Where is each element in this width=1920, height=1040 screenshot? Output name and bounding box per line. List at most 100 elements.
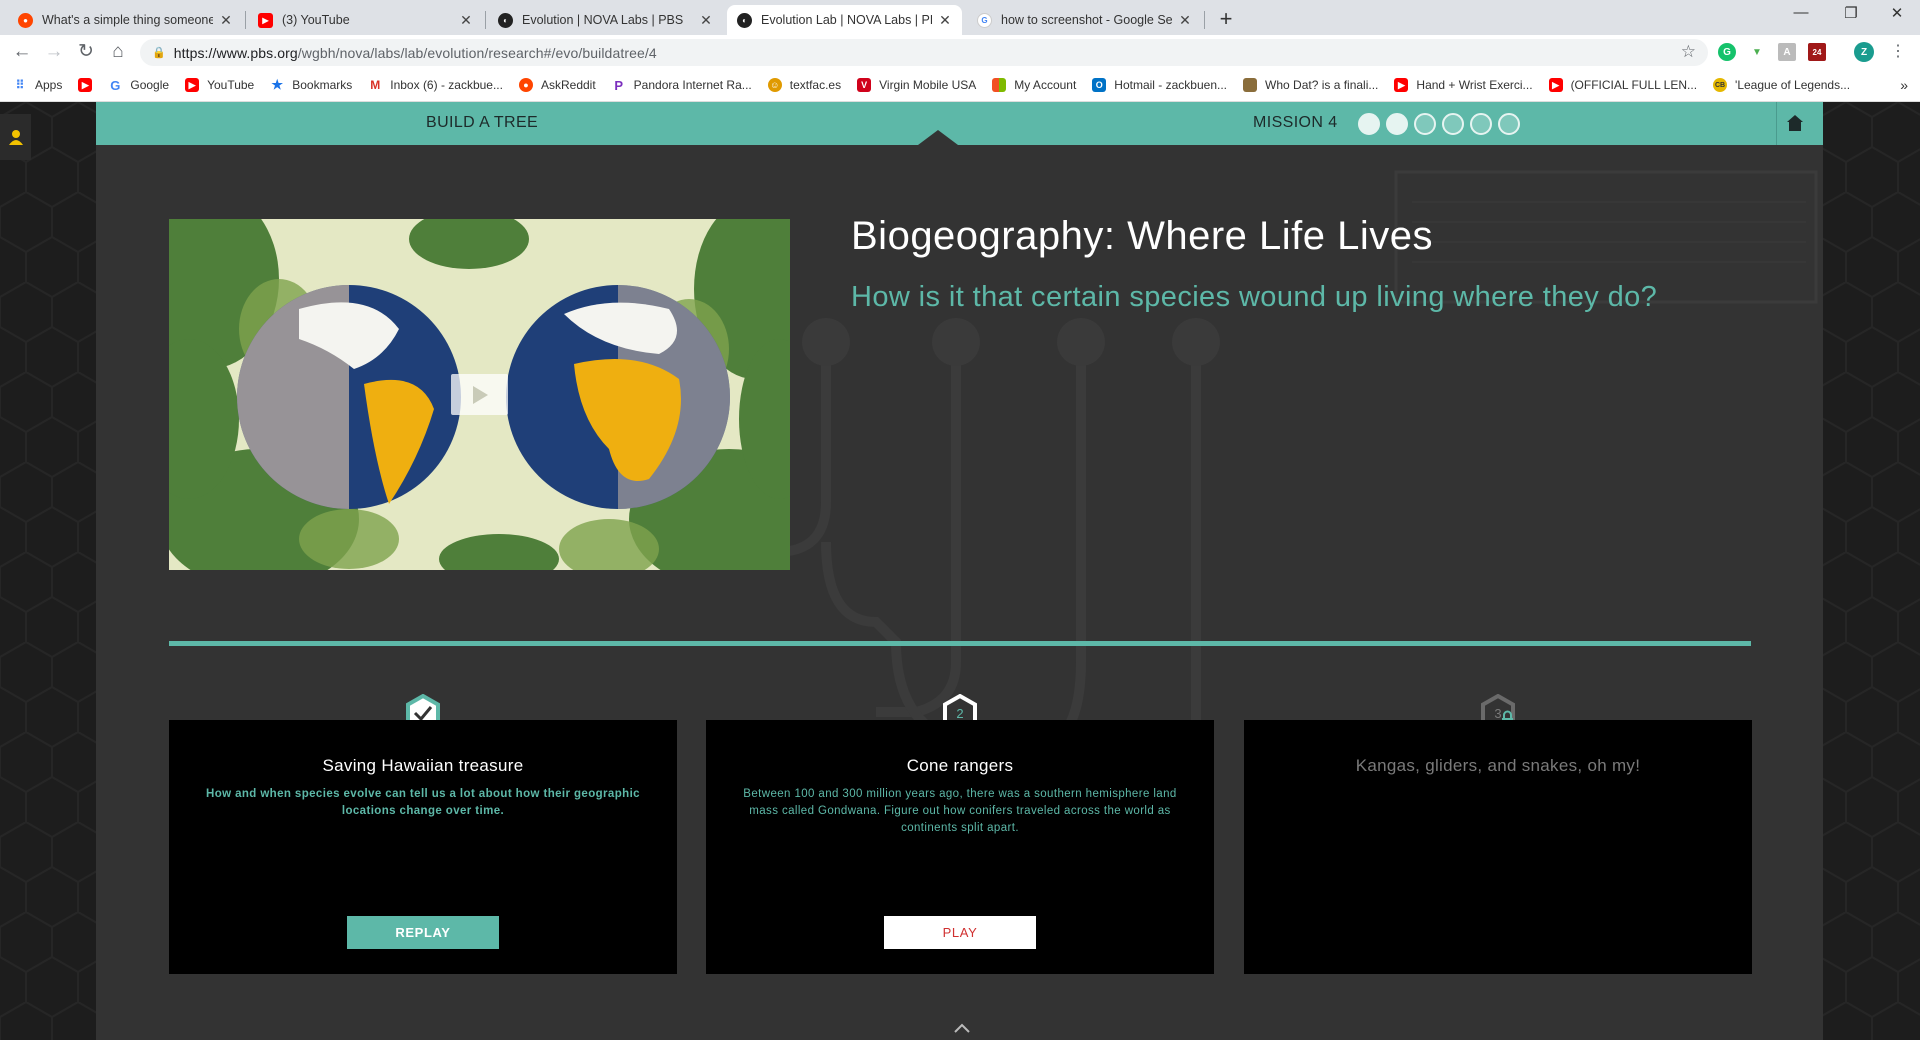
section-divider <box>169 641 1751 646</box>
mission-bar-notch <box>918 130 958 145</box>
bookmark-label: Google <box>130 78 170 92</box>
browser-tab[interactable]: ● What's a simple thing someone c ✕ <box>8 5 243 35</box>
close-icon[interactable]: ✕ <box>219 12 233 29</box>
mission-bar-title: BUILD A TREE <box>426 114 539 131</box>
bookmark-label: Who Dat? is a finali... <box>1265 78 1379 92</box>
bookmark-league[interactable]: CB 'League of Legends... <box>1713 78 1850 92</box>
tab-title: What's a simple thing someone c <box>42 13 213 27</box>
virgin-icon: V <box>857 78 872 92</box>
pdf-extension-icon[interactable]: A <box>1778 43 1796 61</box>
mission-progress-leaf-icon <box>1414 113 1436 135</box>
badge-number: 2 <box>956 706 963 721</box>
restore-icon[interactable]: ❐ <box>1828 4 1874 22</box>
image-icon <box>1243 78 1258 92</box>
chevron-up-icon[interactable] <box>954 1023 970 1033</box>
bookmarks-overflow-icon[interactable]: » <box>1900 77 1908 93</box>
shield-extension-icon[interactable]: ▼ <box>1748 43 1766 61</box>
tab-title: (3) YouTube <box>282 13 350 27</box>
reddit-icon: ● <box>18 12 33 28</box>
close-icon[interactable]: ✕ <box>459 12 473 29</box>
url-text[interactable]: https://www.pbs.org/wgbh/nova/labs/lab/e… <box>174 45 657 61</box>
bookmark-my-account[interactable]: My Account <box>992 78 1076 92</box>
youtube-icon: ▶ <box>1394 78 1409 92</box>
mission-progress-leaf-icon <box>1386 113 1408 135</box>
bookmark-official-full[interactable]: ▶ (OFFICIAL FULL LEN... <box>1548 78 1697 92</box>
bookmark-youtube[interactable]: ▶ YouTube <box>185 78 254 92</box>
replay-button[interactable]: REPLAY <box>347 916 499 949</box>
card-title: Kangas, gliders, and snakes, oh my! <box>1355 756 1641 775</box>
url-host: https://www.pbs.org <box>173 44 298 61</box>
extension-badge-icon[interactable]: 24 <box>1808 43 1826 61</box>
close-icon[interactable]: ✕ <box>699 12 713 29</box>
tab-divider <box>245 11 246 29</box>
browser-tab[interactable]: ◐ Evolution | NOVA Labs | PBS ✕ <box>488 5 723 35</box>
mission-card-completed: Saving Hawaiian treasure How and when sp… <box>169 720 677 974</box>
menu-kebab-icon[interactable]: ⋮ <box>1884 39 1912 65</box>
google-icon: G <box>977 12 992 28</box>
browser-tab-active[interactable]: ◐ Evolution Lab | NOVA Labs | PBS ✕ <box>727 5 962 35</box>
bookmark-label: 'League of Legends... <box>1735 78 1851 92</box>
pbs-icon: ◐ <box>737 12 752 28</box>
lesson-subtitle: How is it that certain species wound up … <box>851 281 1658 313</box>
pbs-icon: ◐ <box>498 12 513 28</box>
bookmark-google[interactable]: G Google <box>108 77 170 93</box>
play-button[interactable]: PLAY <box>884 916 1036 949</box>
mission-label: MISSION 4 <box>1253 114 1338 131</box>
youtube-icon: ▶ <box>78 78 93 92</box>
bookmark-label: Hotmail - zackbuen... <box>1114 78 1228 92</box>
back-icon[interactable]: ← <box>8 39 36 65</box>
star-icon: ★ <box>271 77 284 92</box>
bookmark-label: Virgin Mobile USA <box>879 78 977 92</box>
video-thumbnail[interactable] <box>169 219 790 570</box>
bookmark-bookmarks[interactable]: ★ Bookmarks <box>270 77 353 92</box>
browser-tab[interactable]: G how to screenshot - Google Sear ✕ <box>967 5 1202 35</box>
address-bar[interactable]: 🔒 https://www.pbs.org/wgbh/nova/labs/lab… <box>140 39 1708 66</box>
bookmark-label: Hand + Wrist Exerci... <box>1416 78 1533 92</box>
bookmark-textfaces[interactable]: ☺ textfac.es <box>767 78 841 92</box>
lock-icon: 🔒 <box>152 47 166 59</box>
play-icon <box>472 385 488 404</box>
mission-progress-leaf-icon <box>1442 113 1464 135</box>
bookmark-who-dat[interactable]: Who Dat? is a finali... <box>1243 78 1378 92</box>
tab-divider <box>1204 11 1205 29</box>
home-icon[interactable] <box>1786 114 1804 132</box>
minimize-icon[interactable]: — <box>1778 4 1824 21</box>
bookmark-virgin-mobile[interactable]: V Virgin Mobile USA <box>857 78 976 92</box>
bookmark-askreddit[interactable]: ● AskReddit <box>518 78 596 92</box>
youtube-icon: ▶ <box>1548 78 1563 92</box>
bookmark-star-icon[interactable]: ☆ <box>1681 42 1696 62</box>
close-icon[interactable]: ✕ <box>1178 12 1192 29</box>
bookmark-hotmail[interactable]: O Hotmail - zackbuen... <box>1092 78 1227 92</box>
profile-initial: Z <box>1860 46 1868 58</box>
bookmark-label: Pandora Internet Ra... <box>633 78 752 92</box>
page-viewport: BUILD A TREE MISSION 4 Biogeography: Whe… <box>0 102 1920 1040</box>
reload-icon[interactable]: ↻ <box>72 39 100 65</box>
new-tab-button[interactable]: + <box>1212 6 1240 32</box>
url-path: /wgbh/nova/labs/lab/evolution/research#/… <box>297 44 657 61</box>
bookmark-label: Bookmarks <box>292 78 353 92</box>
tab-strip: ● What's a simple thing someone c ✕ ▶ (3… <box>0 0 1920 35</box>
play-video-button[interactable] <box>451 374 508 415</box>
bookmark-apps[interactable]: ⠿ Apps <box>13 78 63 92</box>
card-description: How and when species evolve can tell us … <box>206 788 640 817</box>
bookmark-youtube-icon-only[interactable]: ▶ <box>78 78 93 92</box>
home-divider <box>1776 102 1777 145</box>
bookmark-hand-wrist[interactable]: ▶ Hand + Wrist Exerci... <box>1394 78 1533 92</box>
card-title: Saving Hawaiian treasure <box>322 756 524 775</box>
bookmark-pandora[interactable]: P Pandora Internet Ra... <box>612 78 752 93</box>
grammarly-icon[interactable]: G <box>1718 43 1736 61</box>
close-window-icon[interactable]: ✕ <box>1874 4 1920 22</box>
bookmark-gmail[interactable]: M Inbox (6) - zackbue... <box>368 78 503 92</box>
cb-icon: CB <box>1713 78 1728 92</box>
profile-avatar[interactable]: Z <box>1854 42 1874 62</box>
user-side-tab[interactable] <box>0 114 31 160</box>
mission-bar: BUILD A TREE MISSION 4 <box>96 102 1823 145</box>
forward-icon[interactable]: → <box>40 39 68 65</box>
bookmark-label: Apps <box>35 78 63 92</box>
home-icon[interactable]: ⌂ <box>104 39 132 65</box>
gmail-icon: M <box>370 78 381 92</box>
browser-tab[interactable]: ▶ (3) YouTube ✕ <box>248 5 483 35</box>
face-icon: ☺ <box>767 78 782 92</box>
google-icon: G <box>110 77 121 93</box>
close-icon[interactable]: ✕ <box>938 12 952 29</box>
